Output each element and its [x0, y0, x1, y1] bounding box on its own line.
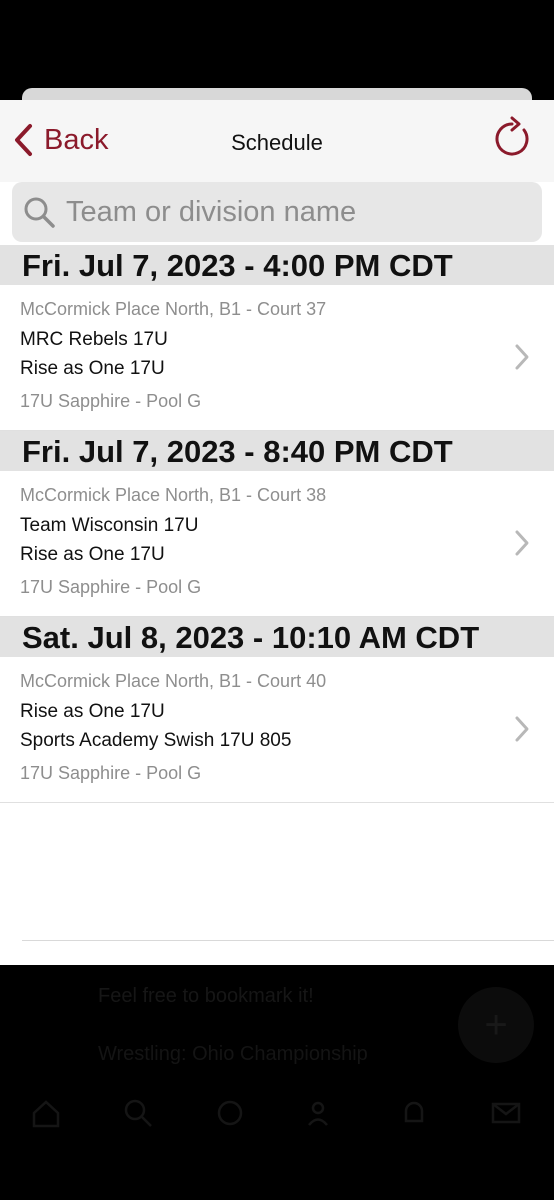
game-team2: Rise as One 17U	[20, 544, 165, 565]
section-header: Sat. Jul 8, 2023 - 10:10 AM CDT	[0, 617, 554, 657]
mail-icon	[491, 1102, 521, 1124]
game-team2: Rise as One 17U	[20, 358, 165, 379]
game-location: McCormick Place North, B1 - Court 37	[20, 299, 327, 319]
status-bar-area	[0, 0, 554, 88]
game-team1: MRC Rebels 17U	[20, 329, 168, 350]
tab-bar	[0, 1097, 554, 1137]
game-team2: Sports Academy Swish 17U 805	[20, 730, 292, 751]
chevron-right-icon	[515, 716, 529, 742]
section-header: Fri. Jul 7, 2023 - 8:40 PM CDT	[0, 431, 554, 471]
search-icon	[124, 1099, 152, 1127]
page-title: Schedule	[231, 130, 323, 155]
schedule-list: Fri. Jul 7, 2023 - 4:00 PM CDT McCormick…	[0, 245, 554, 803]
search-input[interactable]	[64, 194, 528, 230]
search-bar	[0, 182, 554, 246]
bell-icon	[404, 1101, 424, 1123]
game-location: McCormick Place North, B1 - Court 38	[20, 485, 327, 505]
navigation-bar: Back Schedule	[0, 100, 554, 183]
game-division: 17U Sapphire - Pool G	[20, 763, 202, 783]
game-division: 17U Sapphire - Pool G	[20, 391, 202, 411]
chevron-right-icon	[515, 530, 529, 556]
game-division: 17U Sapphire - Pool G	[20, 577, 202, 597]
background-app-footer: Feel free to bookmark it! Wrestling: Ohi…	[0, 965, 554, 1200]
footer-text: Feel free to bookmark it!	[98, 985, 314, 1007]
search-icon	[24, 197, 55, 228]
robot-icon	[217, 1100, 243, 1126]
search-field[interactable]	[12, 182, 542, 242]
game-location: McCormick Place North, B1 - Court 40	[20, 671, 327, 691]
refresh-icon[interactable]	[490, 116, 534, 160]
game-row[interactable]: McCormick Place North, B1 - Court 40 Ris…	[0, 657, 554, 803]
game-team1: Team Wisconsin 17U	[20, 515, 199, 536]
divider	[22, 940, 554, 941]
chevron-right-icon	[515, 344, 529, 370]
game-row[interactable]: McCormick Place North, B1 - Court 38 Tea…	[0, 471, 554, 617]
footer-heading: Wrestling: Ohio Championship	[98, 1043, 368, 1065]
game-team1: Rise as One 17U	[20, 701, 165, 722]
game-row[interactable]: McCormick Place North, B1 - Court 37 MRC…	[0, 285, 554, 431]
section-header: Fri. Jul 7, 2023 - 4:00 PM CDT	[0, 245, 554, 285]
home-icon	[32, 1100, 60, 1128]
people-icon	[308, 1101, 328, 1126]
plus-icon: +	[458, 987, 534, 1063]
schedule-sheet: Back Schedule Fri. Jul 7, 2023 - 4:00 PM…	[0, 100, 554, 965]
